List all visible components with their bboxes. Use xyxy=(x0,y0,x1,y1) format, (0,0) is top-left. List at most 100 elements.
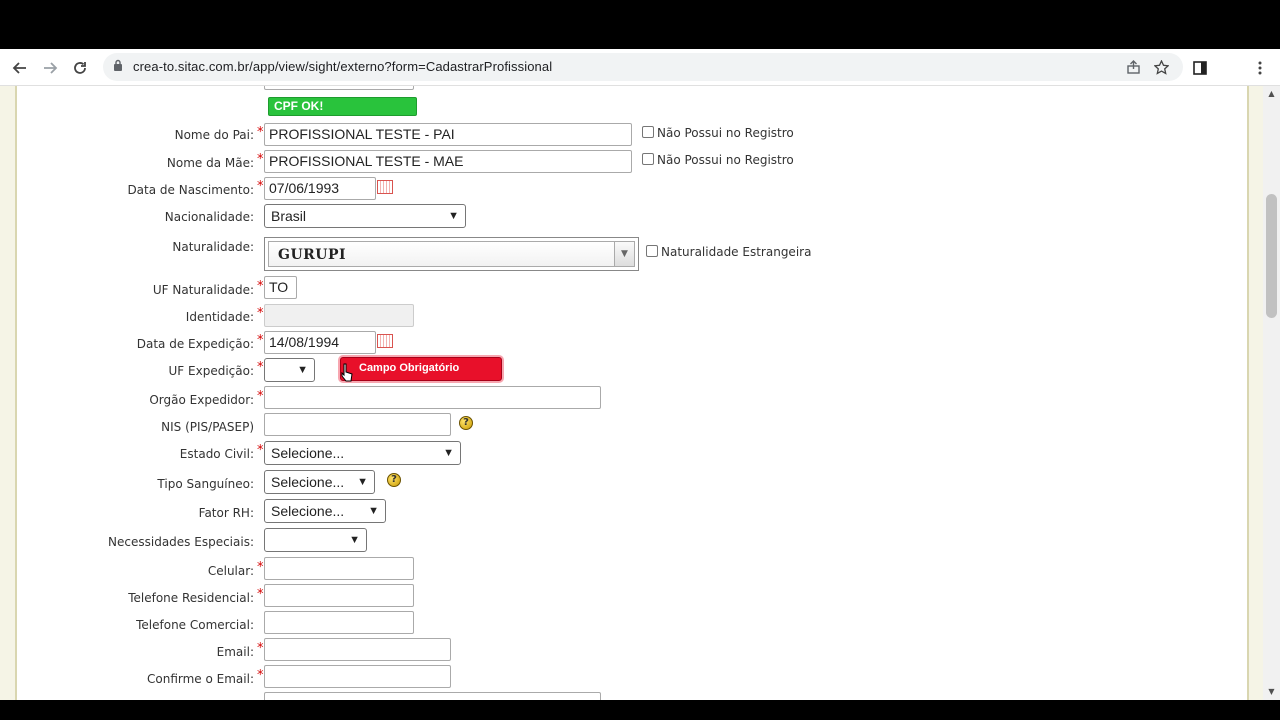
video-bottom-letterbox xyxy=(0,700,1280,720)
nis-input[interactable] xyxy=(264,413,451,436)
label-uf-expedicao: UF Expedição: xyxy=(168,364,254,378)
required-mark: * xyxy=(257,389,264,404)
video-top-letterbox xyxy=(0,0,1280,49)
chevron-down-icon: ▼ xyxy=(368,505,379,517)
naturalidade-estrangeira-checkbox[interactable]: Naturalidade Estrangeira xyxy=(646,245,811,259)
combobox-arrow-icon[interactable]: ▼ xyxy=(614,242,634,266)
identidade-input[interactable] xyxy=(264,304,414,327)
menu-icon[interactable] xyxy=(1248,56,1272,80)
scrollbar-thumb[interactable] xyxy=(1266,194,1277,318)
back-icon[interactable] xyxy=(8,56,32,80)
data-expedicao-input[interactable]: 14/08/1994 xyxy=(264,331,376,354)
label-uf-naturalidade: UF Naturalidade: xyxy=(152,283,254,297)
required-mark: * xyxy=(257,333,264,348)
reload-icon[interactable] xyxy=(68,56,92,80)
cpf-status-badge: CPF OK! xyxy=(268,97,417,116)
uf-expedicao-select[interactable]: ▼ xyxy=(264,358,315,382)
checkbox-box[interactable] xyxy=(642,153,654,165)
nao-possui-pai-checkbox[interactable]: Não Possui no Registro xyxy=(642,126,794,140)
scroll-down-icon[interactable]: ▼ xyxy=(1267,687,1276,696)
telefone-residencial-input[interactable] xyxy=(264,584,414,607)
tipo-sanguineo-select[interactable]: Selecione... ▼ xyxy=(264,470,375,494)
calendar-icon[interactable] xyxy=(377,180,393,194)
checkbox-label: Não Possui no Registro xyxy=(657,126,794,140)
scroll-up-icon[interactable]: ▲ xyxy=(1267,89,1276,98)
label-identidade: Identidade: xyxy=(185,310,254,324)
label-data-nascimento: Data de Nascimento: xyxy=(127,183,254,197)
label-confirme-email: Confirme o Email: xyxy=(147,672,254,686)
chevron-down-icon: ▼ xyxy=(349,534,360,546)
error-tooltip: Campo Obrigatório xyxy=(340,357,502,381)
nao-possui-mae-checkbox[interactable]: Não Possui no Registro xyxy=(642,153,794,167)
combobox-field[interactable]: GURUPI ▼ xyxy=(268,241,635,267)
uf-naturalidade-input[interactable]: TO xyxy=(264,276,297,299)
combobox-value: GURUPI xyxy=(278,247,347,263)
share-icon[interactable] xyxy=(1121,55,1145,79)
nome-pai-input[interactable]: PROFISSIONAL TESTE - PAI xyxy=(264,123,632,146)
celular-input[interactable] xyxy=(264,557,414,580)
label-naturalidade: Naturalidade: xyxy=(172,240,254,254)
label-nacionalidade: Nacionalidade: xyxy=(164,210,254,224)
next-field-input[interactable] xyxy=(264,692,601,700)
label-celular: Celular: xyxy=(207,564,254,578)
label-nome-pai: Nome do Pai: xyxy=(174,128,254,142)
fator-rh-select[interactable]: Selecione... ▼ xyxy=(264,499,386,523)
required-mark: * xyxy=(257,668,264,683)
label-nome-mae: Nome da Mãe: xyxy=(166,156,254,170)
label-data-expedicao: Data de Expedição: xyxy=(136,337,254,351)
calendar-icon[interactable] xyxy=(377,334,393,348)
required-mark: * xyxy=(257,641,264,656)
required-mark: * xyxy=(257,152,264,167)
required-mark: * xyxy=(257,360,264,375)
select-value: Selecione... xyxy=(271,503,345,519)
help-icon[interactable]: ? xyxy=(459,416,473,430)
lock-icon[interactable] xyxy=(113,59,127,75)
label-necessidades-especiais: Necessidades Especiais: xyxy=(108,535,254,549)
required-mark: * xyxy=(257,125,264,140)
nacionalidade-select[interactable]: Brasil ▼ xyxy=(264,204,466,228)
cpf-input[interactable] xyxy=(264,86,414,90)
address-bar[interactable]: crea-to.sitac.com.br/app/view/sight/exte… xyxy=(103,53,1183,81)
label-tipo-sanguineo: Tipo Sanguíneo: xyxy=(157,477,254,491)
naturalidade-combobox[interactable]: GURUPI ▼ xyxy=(264,237,639,271)
checkbox-label: Naturalidade Estrangeira xyxy=(661,245,812,259)
email-input[interactable] xyxy=(264,638,451,661)
browser-toolbar: crea-to.sitac.com.br/app/view/sight/exte… xyxy=(0,49,1280,86)
page-right-border xyxy=(1247,86,1263,700)
forward-icon[interactable] xyxy=(38,56,62,80)
label-estado-civil: Estado Civil: xyxy=(179,447,254,461)
chevron-down-icon: ▼ xyxy=(297,364,308,376)
url-text: crea-to.sitac.com.br/app/view/sight/exte… xyxy=(133,59,553,74)
data-nascimento-input[interactable]: 07/06/1993 xyxy=(264,177,376,200)
checkbox-box[interactable] xyxy=(646,245,658,257)
confirme-email-input[interactable] xyxy=(264,665,451,688)
label-telefone-residencial: Telefone Residencial: xyxy=(128,591,254,605)
star-icon[interactable] xyxy=(1149,55,1173,79)
orgao-expedidor-input[interactable] xyxy=(264,386,601,409)
required-mark: * xyxy=(257,306,264,321)
select-value: Brasil xyxy=(271,208,307,224)
label-orgao-expedidor: Orgão Expedidor: xyxy=(149,393,254,407)
select-value: Selecione... xyxy=(271,445,345,461)
sidepanel-icon[interactable] xyxy=(1188,56,1212,80)
select-value: Selecione... xyxy=(271,474,345,490)
page-left-border xyxy=(0,86,17,700)
label-nis: NIS (PIS/PASEP) xyxy=(161,420,254,434)
label-email: Email: xyxy=(216,645,254,659)
telefone-comercial-input[interactable] xyxy=(264,611,414,634)
required-mark: * xyxy=(257,179,264,194)
help-icon[interactable]: ? xyxy=(387,473,401,487)
checkbox-box[interactable] xyxy=(642,126,654,138)
chevron-down-icon: ▼ xyxy=(357,476,368,488)
label-telefone-comercial: Telefone Comercial: xyxy=(136,618,254,632)
error-message: Campo Obrigatório xyxy=(359,362,460,374)
chevron-down-icon: ▼ xyxy=(448,210,459,222)
nome-mae-input[interactable]: PROFISSIONAL TESTE - MAE xyxy=(264,150,632,173)
checkbox-label: Não Possui no Registro xyxy=(657,153,794,167)
required-mark: * xyxy=(257,443,264,458)
estado-civil-select[interactable]: Selecione... ▼ xyxy=(264,441,461,465)
required-mark: * xyxy=(257,279,264,294)
necessidades-especiais-select[interactable]: ▼ xyxy=(264,528,367,552)
page-content: ▲ ▼ CPF OK! Nome do Pai: * PROFISSIONAL … xyxy=(0,86,1280,700)
scrollbar[interactable]: ▲ ▼ xyxy=(1263,86,1280,700)
